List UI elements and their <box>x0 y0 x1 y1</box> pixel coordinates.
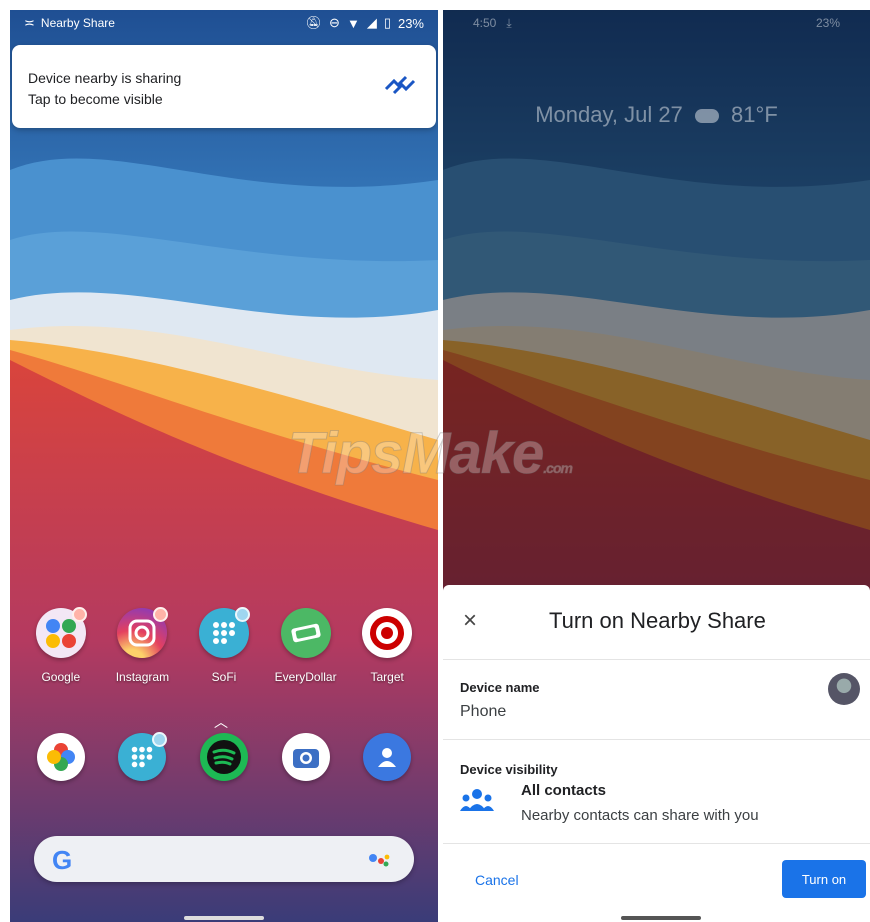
nearby-share-sheet: × Turn on Nearby Share Device name Phone… <box>443 585 870 922</box>
nearby-share-icon: ≍ <box>24 15 35 30</box>
notification-dot <box>234 607 250 622</box>
download-icon: ⤓ <box>506 15 512 30</box>
mute-icon: 🔕︎ <box>305 15 323 30</box>
app-target[interactable]: Target <box>347 608 427 684</box>
device-name-value[interactable]: Phone <box>460 703 506 721</box>
sofi-icon <box>198 607 250 658</box>
lockscreen-date: Monday, Jul 27 <box>535 102 683 127</box>
app-drawer-chevron-icon[interactable]: ︿ <box>214 712 228 732</box>
lockscreen-date-weather: Monday, Jul 27 81°F <box>443 102 870 128</box>
dnd-icon: ⊖ <box>329 15 340 30</box>
lockscreen-temp: 81°F <box>731 102 778 127</box>
status-bar: ≍ Nearby Share 🔕︎ ⊖ ▼ ◢ ▯ 23% <box>10 10 438 36</box>
wifi-icon: ▼ <box>346 15 360 31</box>
people-icon <box>460 789 494 811</box>
notification-dot <box>153 607 169 622</box>
app-label: Google <box>41 670 81 684</box>
notification-title: Device nearby is sharing <box>28 70 182 86</box>
app-sofi[interactable]: SoFi <box>184 607 264 684</box>
divider <box>443 739 870 740</box>
target-icon <box>362 608 413 658</box>
watermark: TipsMake.com <box>287 421 573 487</box>
app-google[interactable]: Google <box>21 607 101 684</box>
turn-on-button[interactable]: Turn on <box>782 860 866 898</box>
app-label: EveryDollar <box>274 670 337 684</box>
notification-subtitle: Tap to become visible <box>28 91 163 107</box>
gesture-pill[interactable] <box>184 916 264 920</box>
device-name-label: Device name <box>460 680 540 695</box>
sheet-title: Turn on Nearby Share <box>549 608 766 633</box>
pinwheel-icon[interactable] <box>36 733 85 781</box>
app-label: Instagram <box>115 670 170 684</box>
close-icon[interactable]: × <box>463 607 477 635</box>
dock <box>10 732 438 781</box>
grid-icon[interactable] <box>118 732 168 781</box>
app-row: Google Instagram SoFi EveryDollar Target <box>10 607 438 684</box>
battery-percent: 23% <box>815 16 840 30</box>
nearby-share-notification[interactable]: Device nearby is sharing Tap to become v… <box>12 45 436 128</box>
app-label: Target <box>370 670 404 684</box>
nearby-share-icon <box>384 75 416 95</box>
contacts-icon[interactable] <box>363 733 412 781</box>
battery-icon: ▯ <box>383 15 391 30</box>
app-label: SoFi <box>211 670 237 684</box>
avatar[interactable] <box>828 673 860 705</box>
notification-dot <box>71 607 87 622</box>
spotify-icon[interactable] <box>199 733 248 781</box>
device-visibility-label: Device visibility <box>460 762 558 777</box>
app-everydollar[interactable]: EveryDollar <box>266 608 346 684</box>
battery-percent: 23% <box>397 15 424 31</box>
cancel-button[interactable]: Cancel <box>475 872 519 888</box>
signal-icon: ◢ <box>366 15 377 30</box>
status-bar: 4:50 ⤓ 23% <box>443 10 870 36</box>
everydollar-icon <box>280 608 331 658</box>
divider <box>443 843 870 844</box>
google-search-bar[interactable]: G <box>34 836 414 882</box>
cloud-icon <box>694 109 719 124</box>
visibility-description: Nearby contacts can share with you <box>521 807 759 824</box>
instagram-icon <box>117 607 169 658</box>
app-instagram[interactable]: Instagram <box>102 607 182 684</box>
notification-dot <box>152 732 168 747</box>
divider <box>443 659 870 660</box>
google-logo: G <box>52 845 73 875</box>
visibility-option[interactable]: All contacts <box>521 782 606 799</box>
google-folder-icon <box>35 607 87 658</box>
assistant-icon[interactable] <box>368 852 392 868</box>
gesture-pill[interactable] <box>621 916 701 920</box>
status-app-name: Nearby Share <box>40 16 115 30</box>
status-time: 4:50 <box>473 16 497 30</box>
camera-icon[interactable] <box>281 733 330 781</box>
